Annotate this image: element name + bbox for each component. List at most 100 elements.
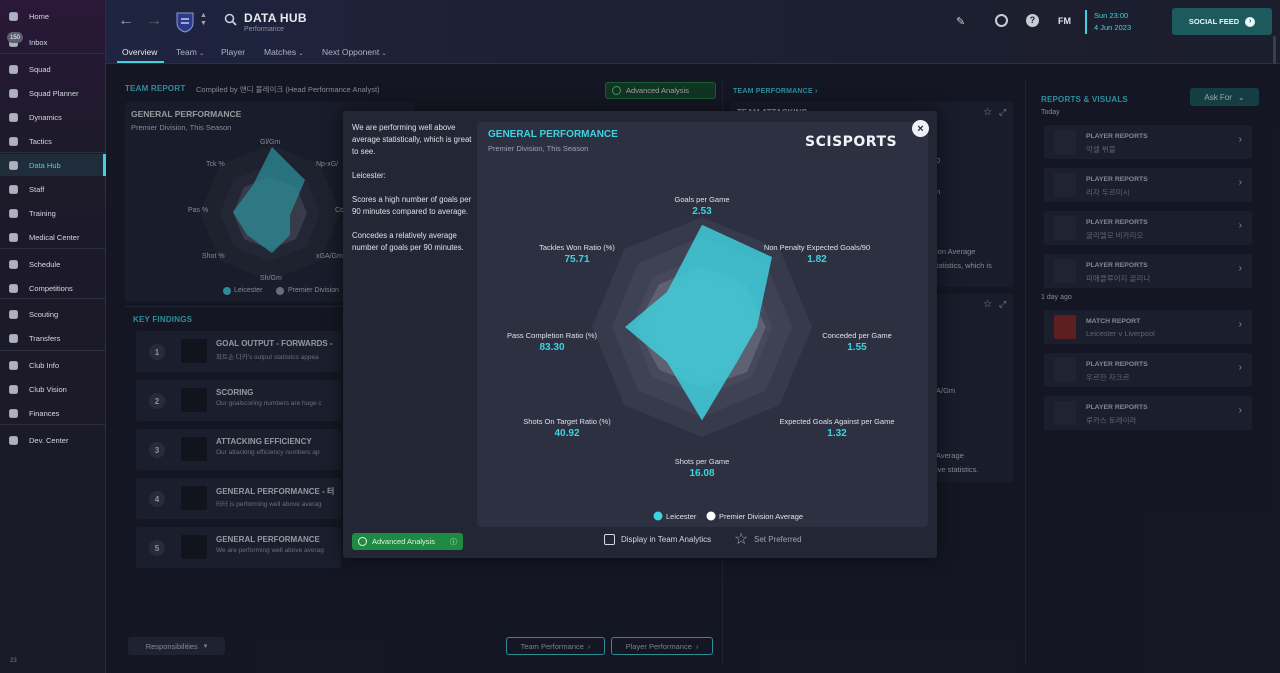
game-date: Sun 23:00 4 Jun 2023 [1085, 10, 1131, 34]
page-subtitle: Performance [244, 26, 285, 33]
page-title: DATA HUB [244, 11, 307, 25]
tab-next-opponent-label: Next Opponent [322, 47, 380, 57]
sidebar-item-label: Squad [29, 64, 51, 74]
medical-icon [7, 231, 19, 243]
axis-label: Shots per Game [675, 457, 730, 466]
sidebar-divider [0, 53, 106, 54]
inbox-count-badge: 150 [7, 32, 23, 43]
sidebar-item-schedule[interactable]: Schedule [0, 253, 106, 275]
tab-team[interactable]: Team ⌄ [176, 47, 204, 57]
analysis-icon [358, 537, 367, 546]
legend-label: Premier Division Average [719, 512, 803, 521]
tab-player[interactable]: Player [221, 47, 245, 57]
sidebar-item-finances[interactable]: Finances [0, 402, 106, 424]
chevron-down-icon: ⌄ [199, 51, 205, 57]
team-name: Leicester: [352, 171, 386, 180]
display-in-team-analytics-label: Display in Team Analytics [621, 535, 712, 544]
sidebar-item-competitions[interactable]: Competitions [0, 277, 106, 299]
shirt-icon [7, 63, 19, 75]
sidebar-item-staff[interactable]: Staff [0, 178, 106, 200]
sidebar-item-label: Competitions [29, 283, 73, 293]
sidebar-item-label: Finances [29, 408, 60, 418]
sidebar-divider [0, 350, 106, 351]
scrollbar[interactable] [1273, 36, 1276, 64]
sidebar-item-transfers[interactable]: Transfers [0, 327, 106, 349]
axis-label: Conceded per Game [822, 331, 892, 340]
sidebar-item-squad[interactable]: Squad [0, 58, 106, 80]
sidebar-item-home[interactable]: Home [0, 5, 106, 27]
set-preferred-label[interactable]: Set Preferred [754, 535, 802, 544]
axis-value: 1.55 [847, 342, 867, 353]
social-feed-label: SOCIAL FEED [1188, 17, 1240, 26]
tactics-icon [7, 135, 19, 147]
sidebar-item-dynamics[interactable]: Dynamics [0, 106, 106, 128]
axis-value: 16.08 [689, 468, 714, 479]
social-feed-button[interactable]: SOCIAL FEED › [1172, 8, 1272, 35]
fm-button[interactable]: FM [1058, 16, 1071, 26]
sidebar-item-label: Club Vision [29, 384, 67, 394]
home-icon [7, 10, 19, 22]
chevron-down-icon: ⌄ [298, 51, 304, 57]
active-tab-indicator [117, 61, 164, 63]
calendar-icon [7, 258, 19, 270]
forward-arrow-icon[interactable]: → [146, 12, 162, 30]
sidebar-divider [0, 152, 106, 153]
search-icon[interactable] [224, 13, 238, 27]
legend-marker [653, 511, 663, 521]
club-crest-icon[interactable] [175, 11, 195, 33]
sidebar-item-training[interactable]: Training [0, 202, 106, 224]
back-arrow-icon[interactable]: ← [118, 12, 134, 30]
chevron-down-icon: ⌄ [381, 51, 387, 57]
arrow-right-icon: › [1245, 16, 1256, 27]
pencil-icon[interactable]: ✎ [956, 15, 965, 28]
sidebar-item-label: Home [29, 11, 50, 21]
tab-matches-label: Matches [264, 47, 297, 57]
tab-next-opponent[interactable]: Next Opponent ⌄ [322, 47, 387, 57]
axis-value: 2.53 [692, 206, 712, 217]
sidebar-item-label: Scouting [29, 309, 59, 319]
sidebar-item-dev-center[interactable]: Dev. Center [0, 429, 106, 451]
axis-label: Tackles Won Ratio (%) [539, 243, 615, 252]
advanced-analysis-button[interactable]: Advanced Analysis ⓘ [352, 533, 463, 550]
axis-value: 40.92 [554, 428, 579, 439]
sidebar-item-label: Transfers [29, 333, 61, 343]
sidebar-item-label: Squad Planner [29, 88, 79, 98]
sidebar-item-scouting[interactable]: Scouting [0, 303, 106, 325]
sidebar-item-label: Schedule [29, 259, 61, 269]
sidebar: Home Inbox Squad Squad Planner Dynamics Tacti… [0, 0, 106, 673]
sidebar-item-tactics[interactable]: Tactics [0, 130, 106, 152]
transfers-icon [7, 332, 19, 344]
axis-label: Non Penalty Expected Goals/90 [764, 243, 870, 252]
legend-marker [706, 511, 716, 521]
clipboard-icon [7, 87, 19, 99]
dev-center-icon [7, 434, 19, 446]
info-icon: ⓘ [450, 538, 457, 546]
star-icon[interactable]: ☆ [734, 529, 748, 549]
sidebar-item-label: Dynamics [29, 112, 62, 122]
finances-icon [7, 407, 19, 419]
sidebar-divider [0, 424, 106, 425]
tab-matches[interactable]: Matches ⌄ [264, 47, 304, 57]
game-day: 4 Jun 2023 [1094, 23, 1132, 32]
data-hub-icon [7, 159, 19, 171]
axis-value: 1.82 [807, 254, 827, 265]
switch-club-chevrons-icon[interactable]: ▲ ▼ [200, 12, 207, 28]
game-time: Sun 23:00 [1094, 11, 1129, 20]
sidebar-item-club-info[interactable]: Club Info [0, 354, 106, 376]
sidebar-item-data-hub[interactable]: Data Hub [0, 154, 106, 176]
globe-icon[interactable] [995, 14, 1008, 27]
summary-text: We are performing well above average sta… [352, 123, 472, 156]
tab-overview[interactable]: Overview [122, 47, 157, 57]
axis-value: 83.30 [539, 342, 564, 353]
radar-chart: Goals per Game 2.53 Non Penalty Expected G… [507, 195, 895, 521]
sidebar-item-medical-center[interactable]: Medical Center [0, 226, 106, 248]
sidebar-item-label: Inbox [29, 37, 48, 47]
sidebar-item-label: Data Hub [29, 160, 61, 170]
sidebar-item-label: Medical Center [29, 232, 80, 242]
sidebar-divider [0, 298, 106, 299]
help-icon[interactable]: ? [1026, 14, 1039, 27]
display-in-team-analytics-checkbox[interactable] [604, 534, 615, 545]
axis-label: Expected Goals Against per Game [779, 417, 894, 426]
sidebar-item-squad-planner[interactable]: Squad Planner [0, 82, 106, 104]
sidebar-item-club-vision[interactable]: Club Vision [0, 378, 106, 400]
